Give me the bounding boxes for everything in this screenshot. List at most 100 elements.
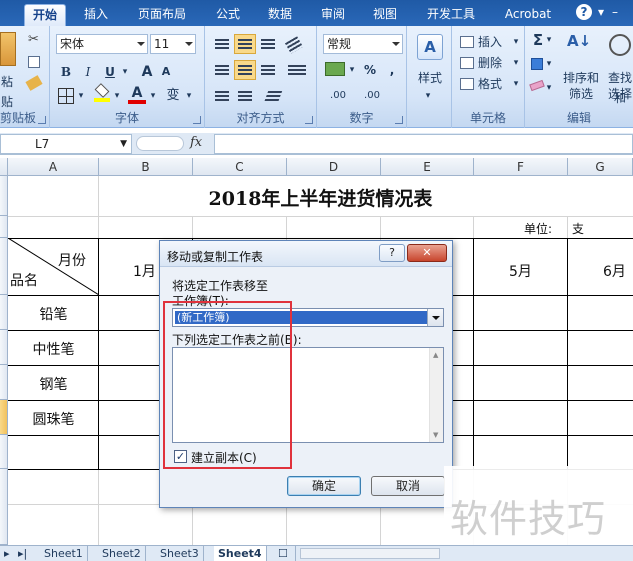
- column-header-g[interactable]: G: [568, 158, 633, 176]
- fill-icon[interactable]: [531, 58, 543, 70]
- cancel-button[interactable]: 取消: [371, 476, 445, 496]
- name-box[interactable]: L7 ▼: [0, 134, 132, 154]
- find-icon[interactable]: [609, 34, 631, 56]
- column-header-a[interactable]: A: [8, 158, 99, 176]
- scroll-up-icon[interactable]: ▲: [433, 351, 438, 359]
- row-header[interactable]: [0, 295, 8, 330]
- chevron-down-icon[interactable]: ▾: [545, 78, 553, 98]
- cut-icon[interactable]: ✂: [28, 32, 39, 47]
- bold-button[interactable]: B: [56, 62, 76, 82]
- increase-decimal-button[interactable]: .00: [323, 86, 353, 106]
- paste-button[interactable]: 粘贴: [0, 72, 14, 109]
- alignment-launcher-icon[interactable]: [305, 116, 313, 124]
- chevron-down-icon[interactable]: ▾: [120, 62, 130, 82]
- fill-color-icon[interactable]: [94, 83, 110, 102]
- ok-button[interactable]: 确定: [287, 476, 361, 496]
- minimize-icon[interactable]: –: [612, 5, 618, 19]
- chevron-down-icon[interactable]: ▾: [347, 60, 357, 80]
- borders-icon[interactable]: [58, 88, 74, 104]
- formula-input[interactable]: [214, 134, 633, 154]
- currency-icon[interactable]: [325, 62, 345, 76]
- align-center-button[interactable]: [234, 60, 256, 80]
- sheet-tab-1[interactable]: Sheet1: [40, 546, 88, 561]
- find-select-label-bottom[interactable]: 选择: [603, 84, 633, 104]
- tab-page-layout[interactable]: 页面布局: [128, 4, 196, 26]
- decrease-indent-icon[interactable]: [211, 86, 233, 106]
- styles-button[interactable]: 样式: [411, 68, 449, 88]
- column-header-e[interactable]: E: [381, 158, 474, 176]
- align-left-button[interactable]: [211, 60, 233, 80]
- column-header-d[interactable]: D: [287, 158, 381, 176]
- column-header-b[interactable]: B: [99, 158, 193, 176]
- nav-last-sheet-icon[interactable]: ▸|: [14, 546, 31, 561]
- chevron-down-icon[interactable]: ▾: [112, 86, 122, 106]
- row-header[interactable]: [0, 365, 8, 400]
- align-middle-button[interactable]: [234, 34, 256, 54]
- tab-developer[interactable]: 开发工具: [417, 4, 485, 26]
- font-launcher-icon[interactable]: [193, 116, 201, 124]
- tab-home[interactable]: 开始: [24, 4, 66, 26]
- decrease-decimal-button[interactable]: .00: [357, 86, 387, 106]
- sheet-tab-2[interactable]: Sheet2: [98, 546, 146, 561]
- format-painter-icon[interactable]: [25, 75, 43, 91]
- tab-formulas[interactable]: 公式: [206, 4, 250, 26]
- tab-review[interactable]: 审阅: [311, 4, 355, 26]
- chevron-down-icon[interactable]: ▾: [184, 86, 194, 106]
- dialog-help-button[interactable]: ?: [379, 244, 405, 262]
- sheet-tab-4[interactable]: Sheet4: [214, 546, 267, 561]
- underline-button[interactable]: U: [100, 62, 120, 82]
- row-header[interactable]: [0, 216, 8, 238]
- clear-icon[interactable]: [529, 79, 545, 92]
- chevron-down-icon[interactable]: ▾: [512, 53, 520, 73]
- sort-filter-label-bottom[interactable]: 筛选: [561, 84, 601, 104]
- paste-icon[interactable]: [0, 32, 16, 66]
- row-header-selected[interactable]: [0, 400, 8, 435]
- number-format-combo[interactable]: 常规: [323, 34, 403, 54]
- row-header[interactable]: [0, 176, 8, 216]
- formula-bar-toggle[interactable]: [136, 136, 184, 151]
- tab-acrobat[interactable]: Acrobat: [496, 4, 560, 26]
- chevron-down-icon[interactable]: [427, 309, 443, 326]
- increase-indent-icon[interactable]: [234, 86, 256, 106]
- select-all-corner[interactable]: [0, 158, 8, 176]
- align-top-button[interactable]: [211, 34, 233, 54]
- insert-sheet-icon[interactable]: ☐: [274, 546, 296, 561]
- row-header[interactable]: [0, 435, 8, 469]
- format-cells-button[interactable]: 格式: [478, 74, 512, 94]
- chevron-down-icon[interactable]: ▾: [512, 32, 520, 52]
- chevron-down-icon[interactable]: ▾: [512, 74, 520, 94]
- wrap-text-icon[interactable]: [259, 86, 287, 106]
- horizontal-scrollbar[interactable]: [300, 548, 440, 559]
- chevron-down-icon[interactable]: ▾: [598, 5, 604, 19]
- orientation-icon[interactable]: [283, 34, 305, 54]
- phonetic-button[interactable]: 变: [162, 86, 184, 106]
- column-header-f[interactable]: F: [474, 158, 568, 176]
- dialog-titlebar[interactable]: 移动或复制工作表 ? ✕: [160, 241, 452, 267]
- sheet-tab-3[interactable]: Sheet3: [156, 546, 204, 561]
- tab-data[interactable]: 数据: [258, 4, 302, 26]
- styles-icon[interactable]: A: [417, 34, 443, 60]
- delete-cells-button[interactable]: 删除: [478, 53, 512, 73]
- copy-icon[interactable]: [28, 56, 40, 68]
- insert-cells-button[interactable]: 插入: [478, 32, 512, 52]
- help-icon[interactable]: ?: [576, 4, 592, 20]
- italic-button[interactable]: I: [78, 62, 98, 82]
- font-size-combo[interactable]: 11: [150, 34, 196, 54]
- list-scrollbar[interactable]: ▲ ▼: [429, 348, 443, 442]
- scroll-down-icon[interactable]: ▼: [433, 431, 438, 439]
- tab-view[interactable]: 视图: [363, 4, 407, 26]
- dialog-close-button[interactable]: ✕: [407, 244, 447, 262]
- merge-center-icon[interactable]: [283, 60, 311, 80]
- nav-next-sheet-icon[interactable]: ▸: [0, 546, 14, 561]
- chevron-down-icon[interactable]: ▾: [76, 86, 86, 106]
- grow-font-button[interactable]: A: [138, 62, 156, 82]
- column-header-c[interactable]: C: [193, 158, 287, 176]
- number-launcher-icon[interactable]: [395, 116, 403, 124]
- clipboard-launcher-icon[interactable]: [38, 116, 46, 124]
- tab-insert[interactable]: 插入: [74, 4, 118, 26]
- chevron-down-icon[interactable]: ▾: [148, 86, 158, 106]
- chevron-down-icon[interactable]: ▾: [545, 30, 553, 50]
- align-bottom-button[interactable]: [257, 34, 279, 54]
- row-header[interactable]: [0, 238, 8, 295]
- chevron-down-icon[interactable]: ▾: [423, 86, 433, 106]
